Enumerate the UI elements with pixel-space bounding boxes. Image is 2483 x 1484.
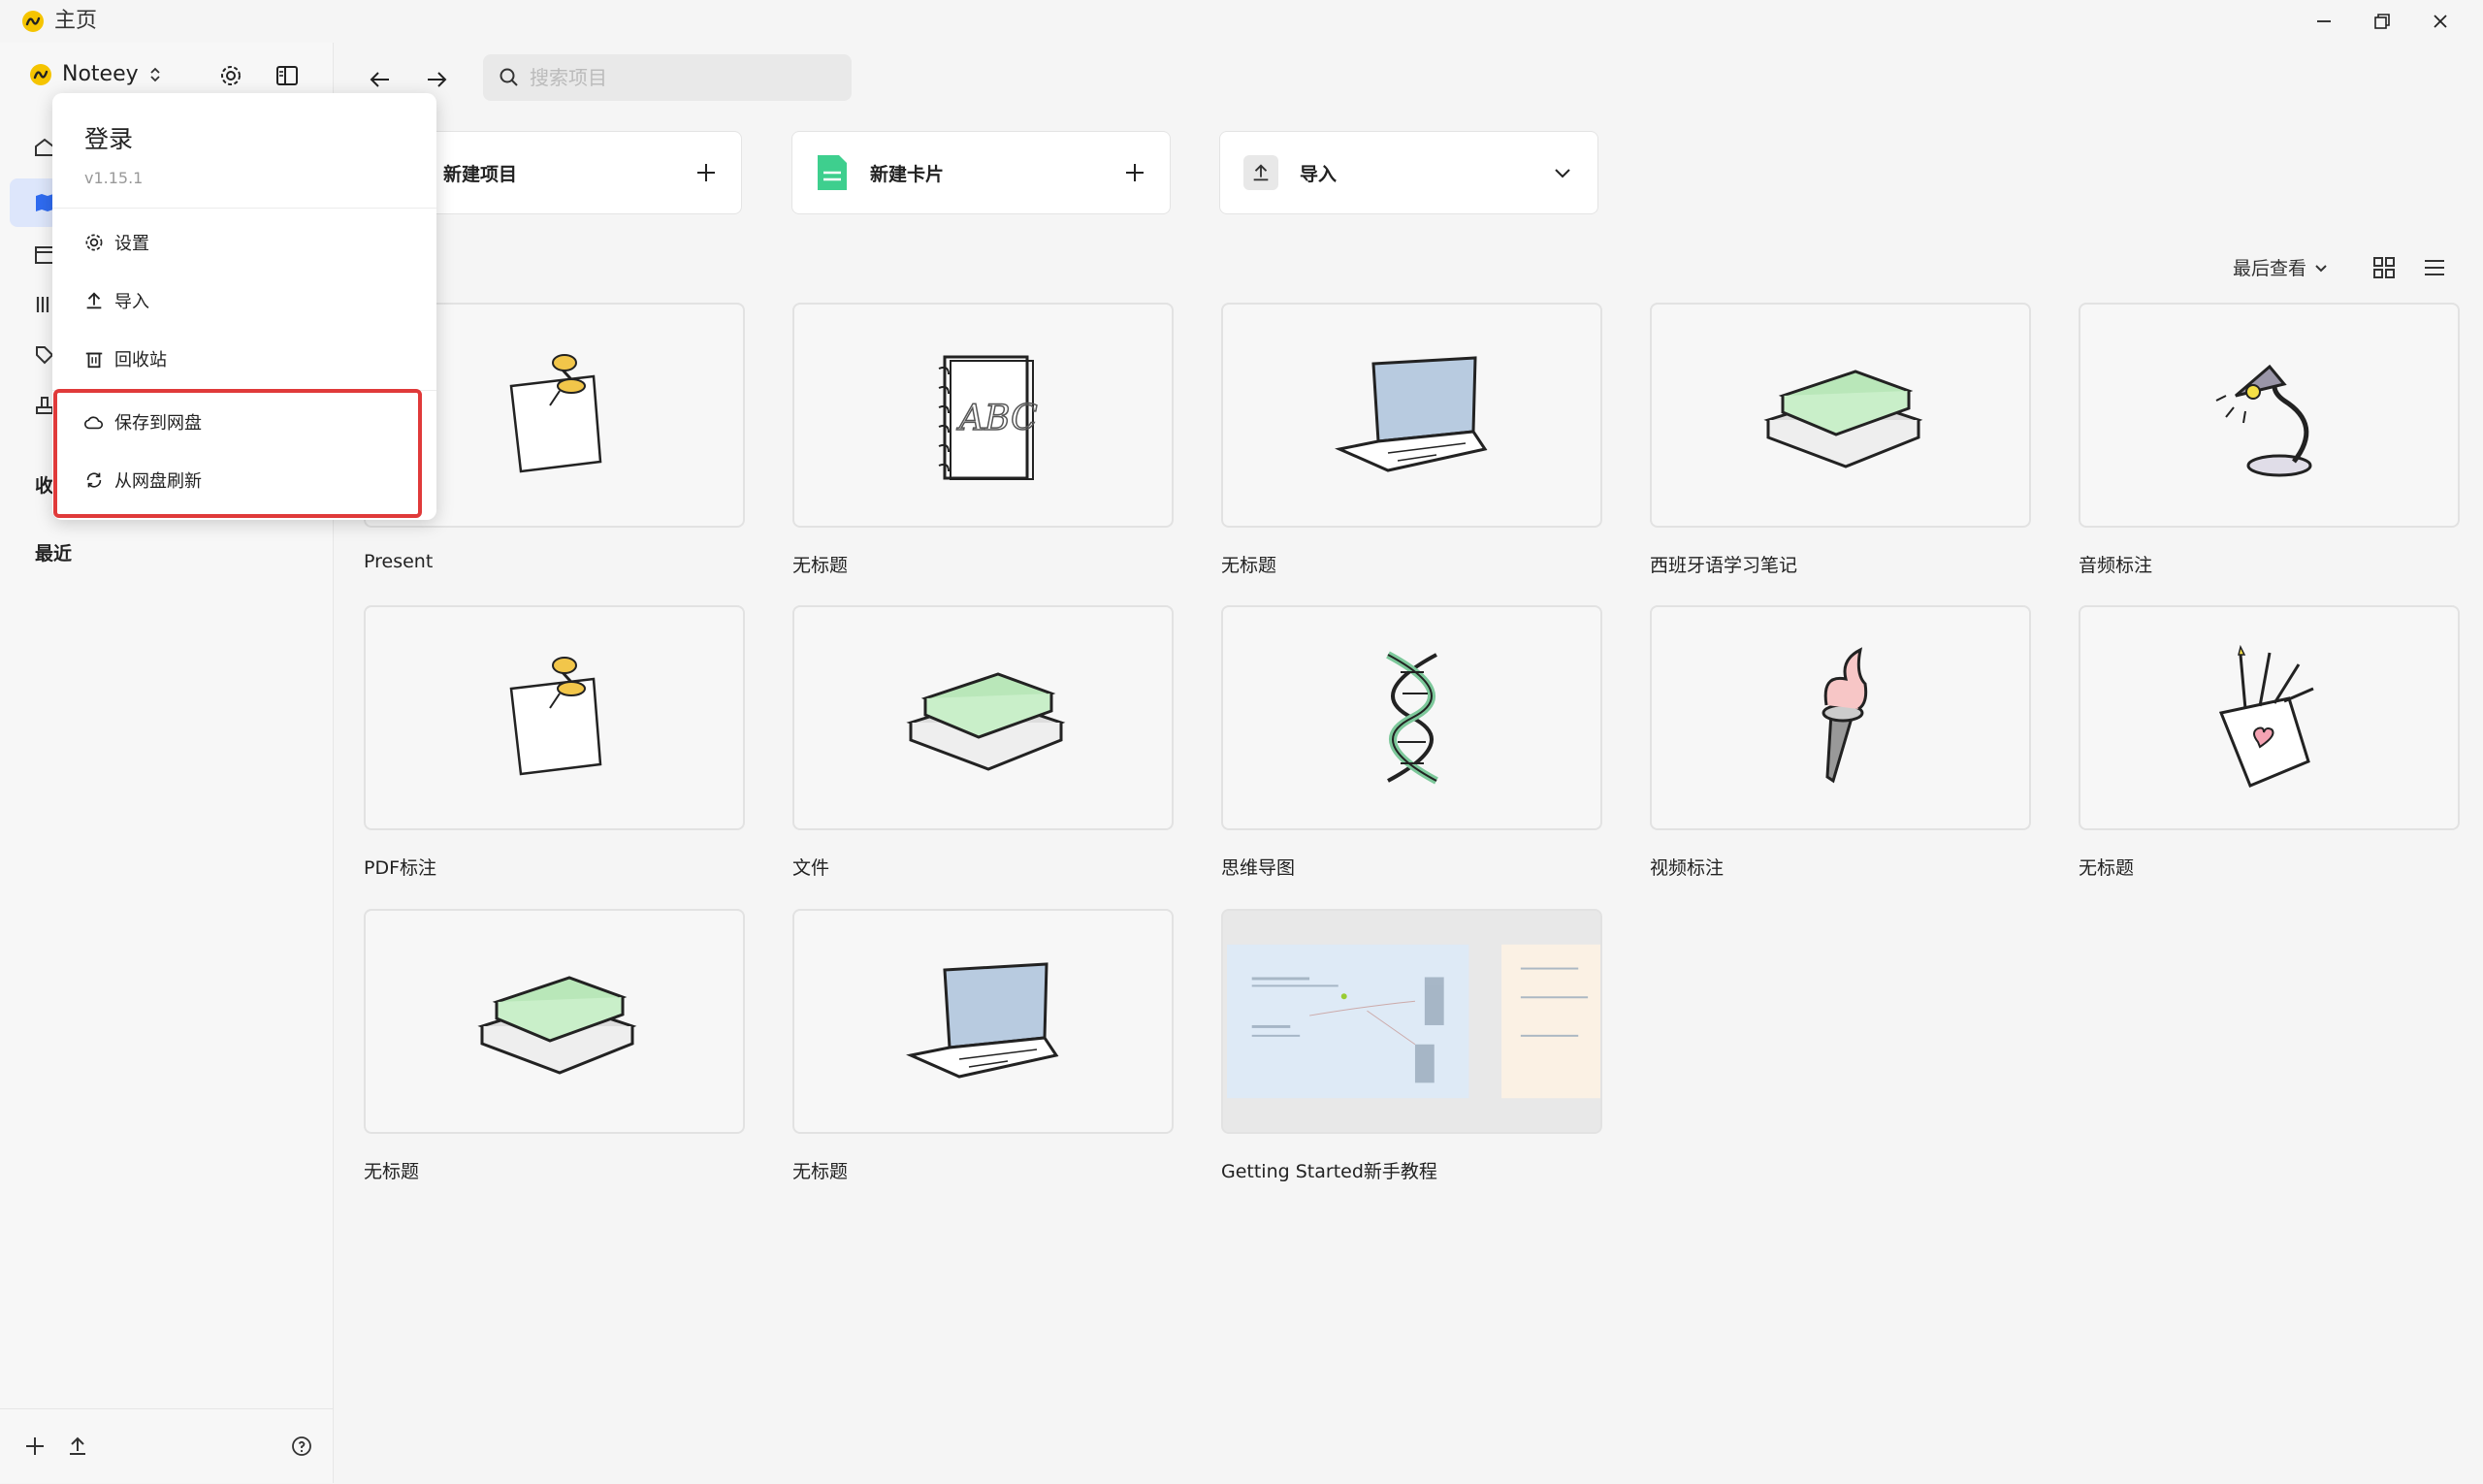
desk-lamp-icon <box>2215 364 2311 477</box>
laptop-icon <box>905 962 1058 1079</box>
books-icon <box>1762 370 1922 468</box>
project-card-books[interactable] <box>1650 303 2031 528</box>
plus-icon <box>691 157 722 188</box>
close-icon[interactable] <box>2423 8 2458 35</box>
project-card-abc-notebook[interactable]: ABC <box>792 303 1174 528</box>
project-title[interactable]: 无标题 <box>792 551 848 577</box>
project-title[interactable]: 无标题 <box>2079 854 2134 880</box>
sidebar-section-favorites: 收 <box>35 475 54 497</box>
settings-gear-icon[interactable] <box>213 58 248 93</box>
project-card-video-annotation[interactable] <box>1650 605 2031 830</box>
torch-icon <box>1822 647 1867 784</box>
abc-notebook-icon: ABC <box>938 355 1038 480</box>
app-name: Noteey <box>62 62 139 86</box>
project-title[interactable]: 视频标注 <box>1650 854 1724 880</box>
dna-icon <box>1385 651 1438 785</box>
project-title[interactable]: Getting Started新手教程 <box>1221 1157 1437 1183</box>
laptop-icon <box>1334 356 1487 472</box>
books-icon <box>905 672 1065 771</box>
project-card-pdf-annotation[interactable] <box>364 605 745 830</box>
chevron-down-icon[interactable] <box>1547 157 1578 188</box>
minimize-icon[interactable] <box>2306 8 2341 35</box>
project-title[interactable]: 西班牙语学习笔记 <box>1650 551 1797 577</box>
books-icon <box>476 976 636 1075</box>
sidebar-toggle-icon[interactable] <box>270 58 305 93</box>
login-link[interactable]: 登录 <box>84 120 133 155</box>
project-title[interactable]: 文件 <box>792 854 829 880</box>
project-title[interactable]: 无标题 <box>1221 551 1276 577</box>
screenshot-preview-icon <box>1223 911 1600 1132</box>
import-button[interactable]: 导入 <box>1219 131 1598 214</box>
project-card-untitled-books[interactable] <box>364 909 745 1134</box>
search-box[interactable] <box>483 54 852 101</box>
project-card-untitled-laptop[interactable] <box>792 909 1174 1134</box>
grid-view-icon[interactable] <box>2367 250 2402 285</box>
project-card-files[interactable] <box>792 605 1174 830</box>
project-card-desk-lamp[interactable] <box>2079 303 2460 528</box>
trash-icon <box>85 352 103 369</box>
chevron-updown-icon <box>150 67 160 81</box>
list-view-icon[interactable] <box>2417 250 2452 285</box>
menu-item-trash[interactable]: 回收站 <box>83 339 167 378</box>
menu-item-settings[interactable]: 设置 <box>83 223 149 262</box>
help-icon[interactable] <box>284 1429 319 1464</box>
pencil-cup-icon <box>2218 645 2314 788</box>
window-title: 主页 <box>54 9 98 33</box>
app-version: v1.15.1 <box>84 169 144 187</box>
app-logo-icon <box>21 10 45 33</box>
project-card-mindmap[interactable] <box>1221 605 1602 830</box>
green-card-icon <box>818 155 847 190</box>
workspace-switcher[interactable]: Noteey <box>29 62 162 86</box>
project-card-pencil-cup[interactable] <box>2079 605 2460 830</box>
menu-item-import[interactable]: 导入 <box>83 281 149 320</box>
new-card-button[interactable]: 新建卡片 <box>791 131 1171 214</box>
project-title[interactable]: Present <box>364 551 433 572</box>
search-icon <box>500 68 518 86</box>
app-logo-icon <box>30 63 51 85</box>
upload-icon <box>86 292 102 309</box>
title-bar: 主页 <box>0 0 2483 43</box>
sidebar-item-projects-active[interactable] <box>10 178 58 227</box>
sidebar-section-recent: 最近 <box>35 543 73 565</box>
project-title[interactable]: PDF标注 <box>364 854 436 880</box>
chevron-down-icon <box>2315 264 2327 272</box>
restore-icon[interactable] <box>2365 8 2400 35</box>
project-title[interactable]: 思维导图 <box>1221 854 1295 880</box>
highlight-box <box>53 389 422 518</box>
import-upload-icon <box>1243 155 1278 190</box>
project-card-getting-started[interactable] <box>1221 909 1602 1134</box>
sort-dropdown[interactable]: 最后查看 <box>2233 254 2328 280</box>
project-title[interactable]: 无标题 <box>364 1157 419 1183</box>
plus-icon <box>1119 157 1150 188</box>
project-title[interactable]: 音频标注 <box>2079 551 2152 577</box>
search-input[interactable] <box>528 65 842 90</box>
pushpin-note-icon <box>509 354 601 473</box>
pushpin-note-icon <box>509 657 601 776</box>
sidebar-footer <box>0 1408 333 1484</box>
menu-divider <box>52 208 436 209</box>
add-icon[interactable] <box>17 1429 52 1464</box>
svg-text:ABC: ABC <box>956 399 1038 438</box>
upload-icon[interactable] <box>60 1429 95 1464</box>
gear-icon <box>85 234 103 251</box>
project-title[interactable]: 无标题 <box>792 1157 848 1183</box>
project-card-laptop[interactable] <box>1221 303 1602 528</box>
